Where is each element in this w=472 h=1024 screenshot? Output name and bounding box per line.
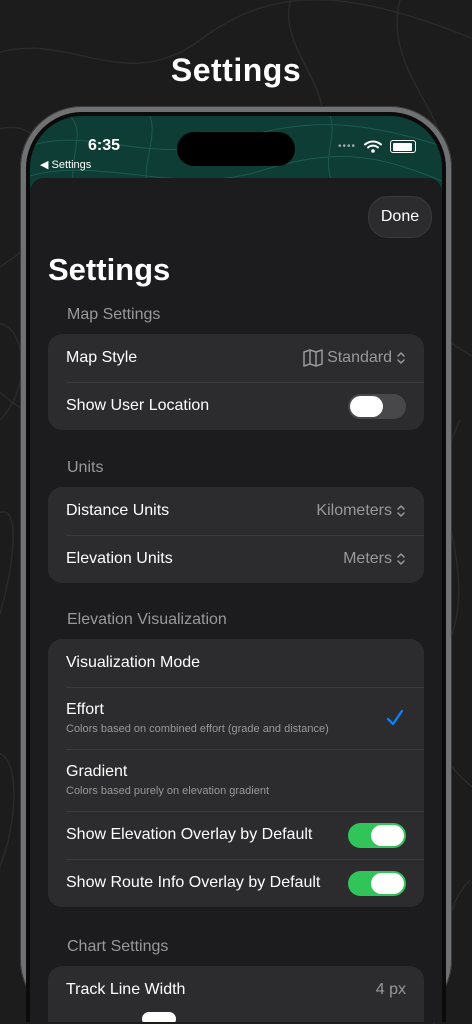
show-elevation-overlay-row: Show Elevation Overlay by Default <box>48 811 424 859</box>
map-style-row[interactable]: Map Style Standard <box>48 334 424 382</box>
dynamic-island <box>177 132 295 166</box>
back-to-settings-link[interactable]: ◀ Settings <box>40 158 91 171</box>
show-user-location-label: Show User Location <box>66 397 210 414</box>
toggle-knob <box>371 872 404 894</box>
chevron-up-down-icon <box>397 553 405 565</box>
track-line-width-value: 4 px <box>375 981 406 998</box>
distance-units-label: Distance Units <box>66 502 170 519</box>
elevation-units-picker[interactable]: Meters <box>343 550 406 568</box>
map-style-label: Map Style <box>66 349 138 366</box>
elevation-units-label: Elevation Units <box>66 550 173 567</box>
section-header-units: Units <box>67 459 104 476</box>
units-group: Distance Units Kilometers Elevation Unit… <box>48 487 424 583</box>
show-route-info-overlay-toggle[interactable] <box>348 870 406 896</box>
track-line-width-row: Track Line Width 4 px <box>48 966 424 1014</box>
visualization-mode-label: Visualization Mode <box>66 654 201 671</box>
effort-subtitle: Colors based on combined effort (grade a… <box>66 723 329 735</box>
gradient-subtitle: Colors based purely on elevation gradien… <box>66 785 270 797</box>
show-route-info-overlay-row: Show Route Info Overlay by Default <box>48 859 424 907</box>
show-elevation-overlay-label: Show Elevation Overlay by Default <box>66 826 313 843</box>
section-header-elevation-visualization: Elevation Visualization <box>67 611 227 628</box>
chart-settings-group: Track Line Width 4 px <box>48 966 424 1022</box>
done-button[interactable]: Done <box>368 196 432 238</box>
show-user-location-toggle[interactable] <box>348 393 406 419</box>
status-time: 6:35 <box>88 137 121 154</box>
chevron-up-down-icon <box>397 505 405 517</box>
chevron-up-down-icon <box>397 352 405 364</box>
show-elevation-overlay-toggle[interactable] <box>348 822 406 848</box>
map-icon <box>303 349 323 367</box>
toggle-knob <box>371 824 404 846</box>
show-route-info-overlay-label: Show Route Info Overlay by Default <box>66 874 321 891</box>
elevation-units-row[interactable]: Elevation Units Meters <box>48 535 424 583</box>
signal-dots-icon: •••• <box>337 141 356 152</box>
phone-screen: 6:35 ◀ Settings •••• Done Settings Map S… <box>30 116 442 1022</box>
status-icons: •••• <box>338 140 416 153</box>
phone-bezel: 6:35 ◀ Settings •••• Done Settings Map S… <box>26 112 446 1022</box>
settings-sheet: Done Settings Map Settings Map Style Sta… <box>30 178 442 1022</box>
distance-units-picker[interactable]: Kilometers <box>316 502 406 520</box>
distance-units-row[interactable]: Distance Units Kilometers <box>48 487 424 535</box>
map-style-value: Standard <box>327 349 392 366</box>
effort-option[interactable]: Effort Colors based on combined effort (… <box>48 687 424 749</box>
sheet-title: Settings <box>48 252 171 287</box>
section-header-map-settings: Map Settings <box>67 306 161 323</box>
wifi-icon <box>364 140 382 153</box>
visualization-mode-row: Visualization Mode <box>48 639 424 687</box>
map-style-picker[interactable]: Standard <box>303 349 406 367</box>
track-line-width-slider-thumb[interactable] <box>142 1012 176 1022</box>
elevation-visualization-group: Visualization Mode Effort Colors based o… <box>48 639 424 907</box>
elevation-units-value: Meters <box>343 550 392 567</box>
gradient-title: Gradient <box>66 763 128 780</box>
show-user-location-row: Show User Location <box>48 382 424 430</box>
distance-units-value: Kilometers <box>316 502 392 519</box>
toggle-knob <box>350 395 383 417</box>
effort-title: Effort <box>66 701 104 718</box>
promo-title: Settings <box>170 52 302 88</box>
section-header-chart-settings: Chart Settings <box>67 938 169 955</box>
map-settings-group: Map Style Standard Show User Location <box>48 334 424 430</box>
track-line-width-label: Track Line Width <box>66 981 186 998</box>
phone-frame: 6:35 ◀ Settings •••• Done Settings Map S… <box>20 106 452 1022</box>
battery-icon <box>390 140 416 153</box>
checkmark-icon <box>386 709 404 726</box>
gradient-option[interactable]: Gradient Colors based purely on elevatio… <box>48 749 424 811</box>
